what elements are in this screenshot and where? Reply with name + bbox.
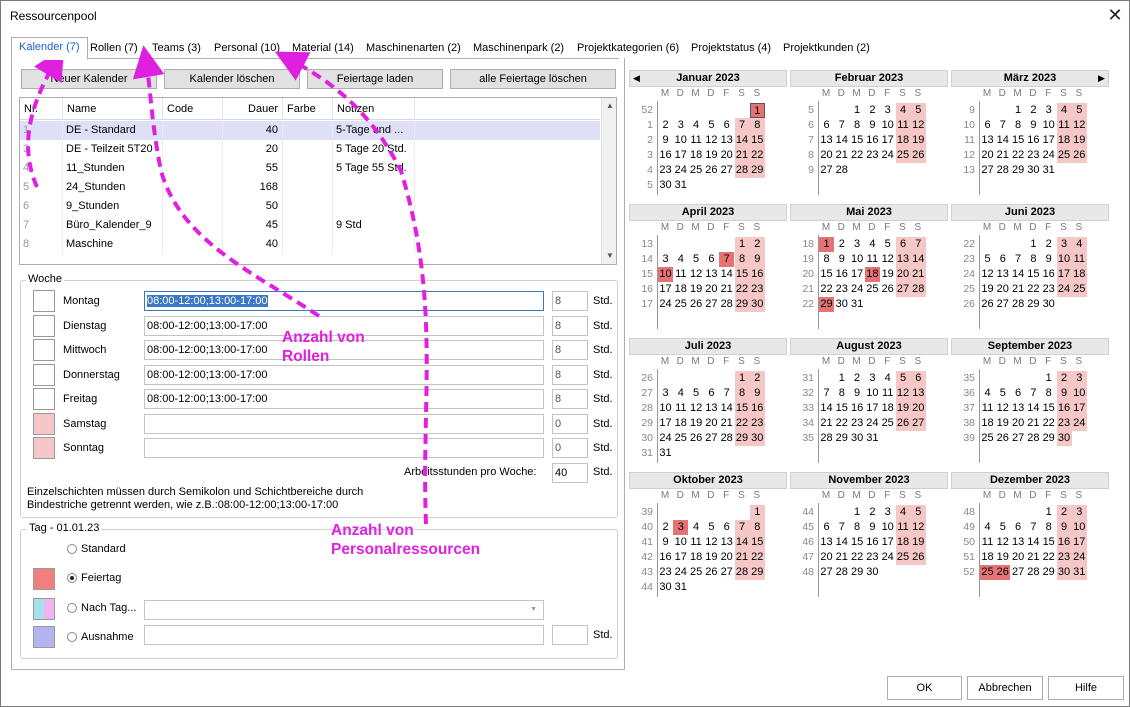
ressourcenpool-window: Ressourcenpool ✕ Kalender (7) Rollen (7)… [0, 0, 1130, 707]
annotation-rollen-line1: Anzahl von [282, 329, 365, 346]
annotation-personal-line2: Personalressourcen [331, 541, 481, 558]
annotation-rollen-line2: Rollen [282, 348, 330, 365]
tab-kalender[interactable]: Kalender (7) [11, 37, 88, 60]
annotation-personal-line1: Anzahl von [331, 522, 414, 539]
annotation-rollen: Anzahl von Rollen [282, 328, 365, 366]
arrow-to-personal-tab [274, 51, 429, 525]
arrow-to-rollen-tab [132, 45, 321, 318]
annotation-personal: Anzahl von Personalressourcen [331, 521, 480, 559]
annotation-arrows [26, 45, 429, 525]
arrow-to-kalender-tab [26, 47, 65, 188]
